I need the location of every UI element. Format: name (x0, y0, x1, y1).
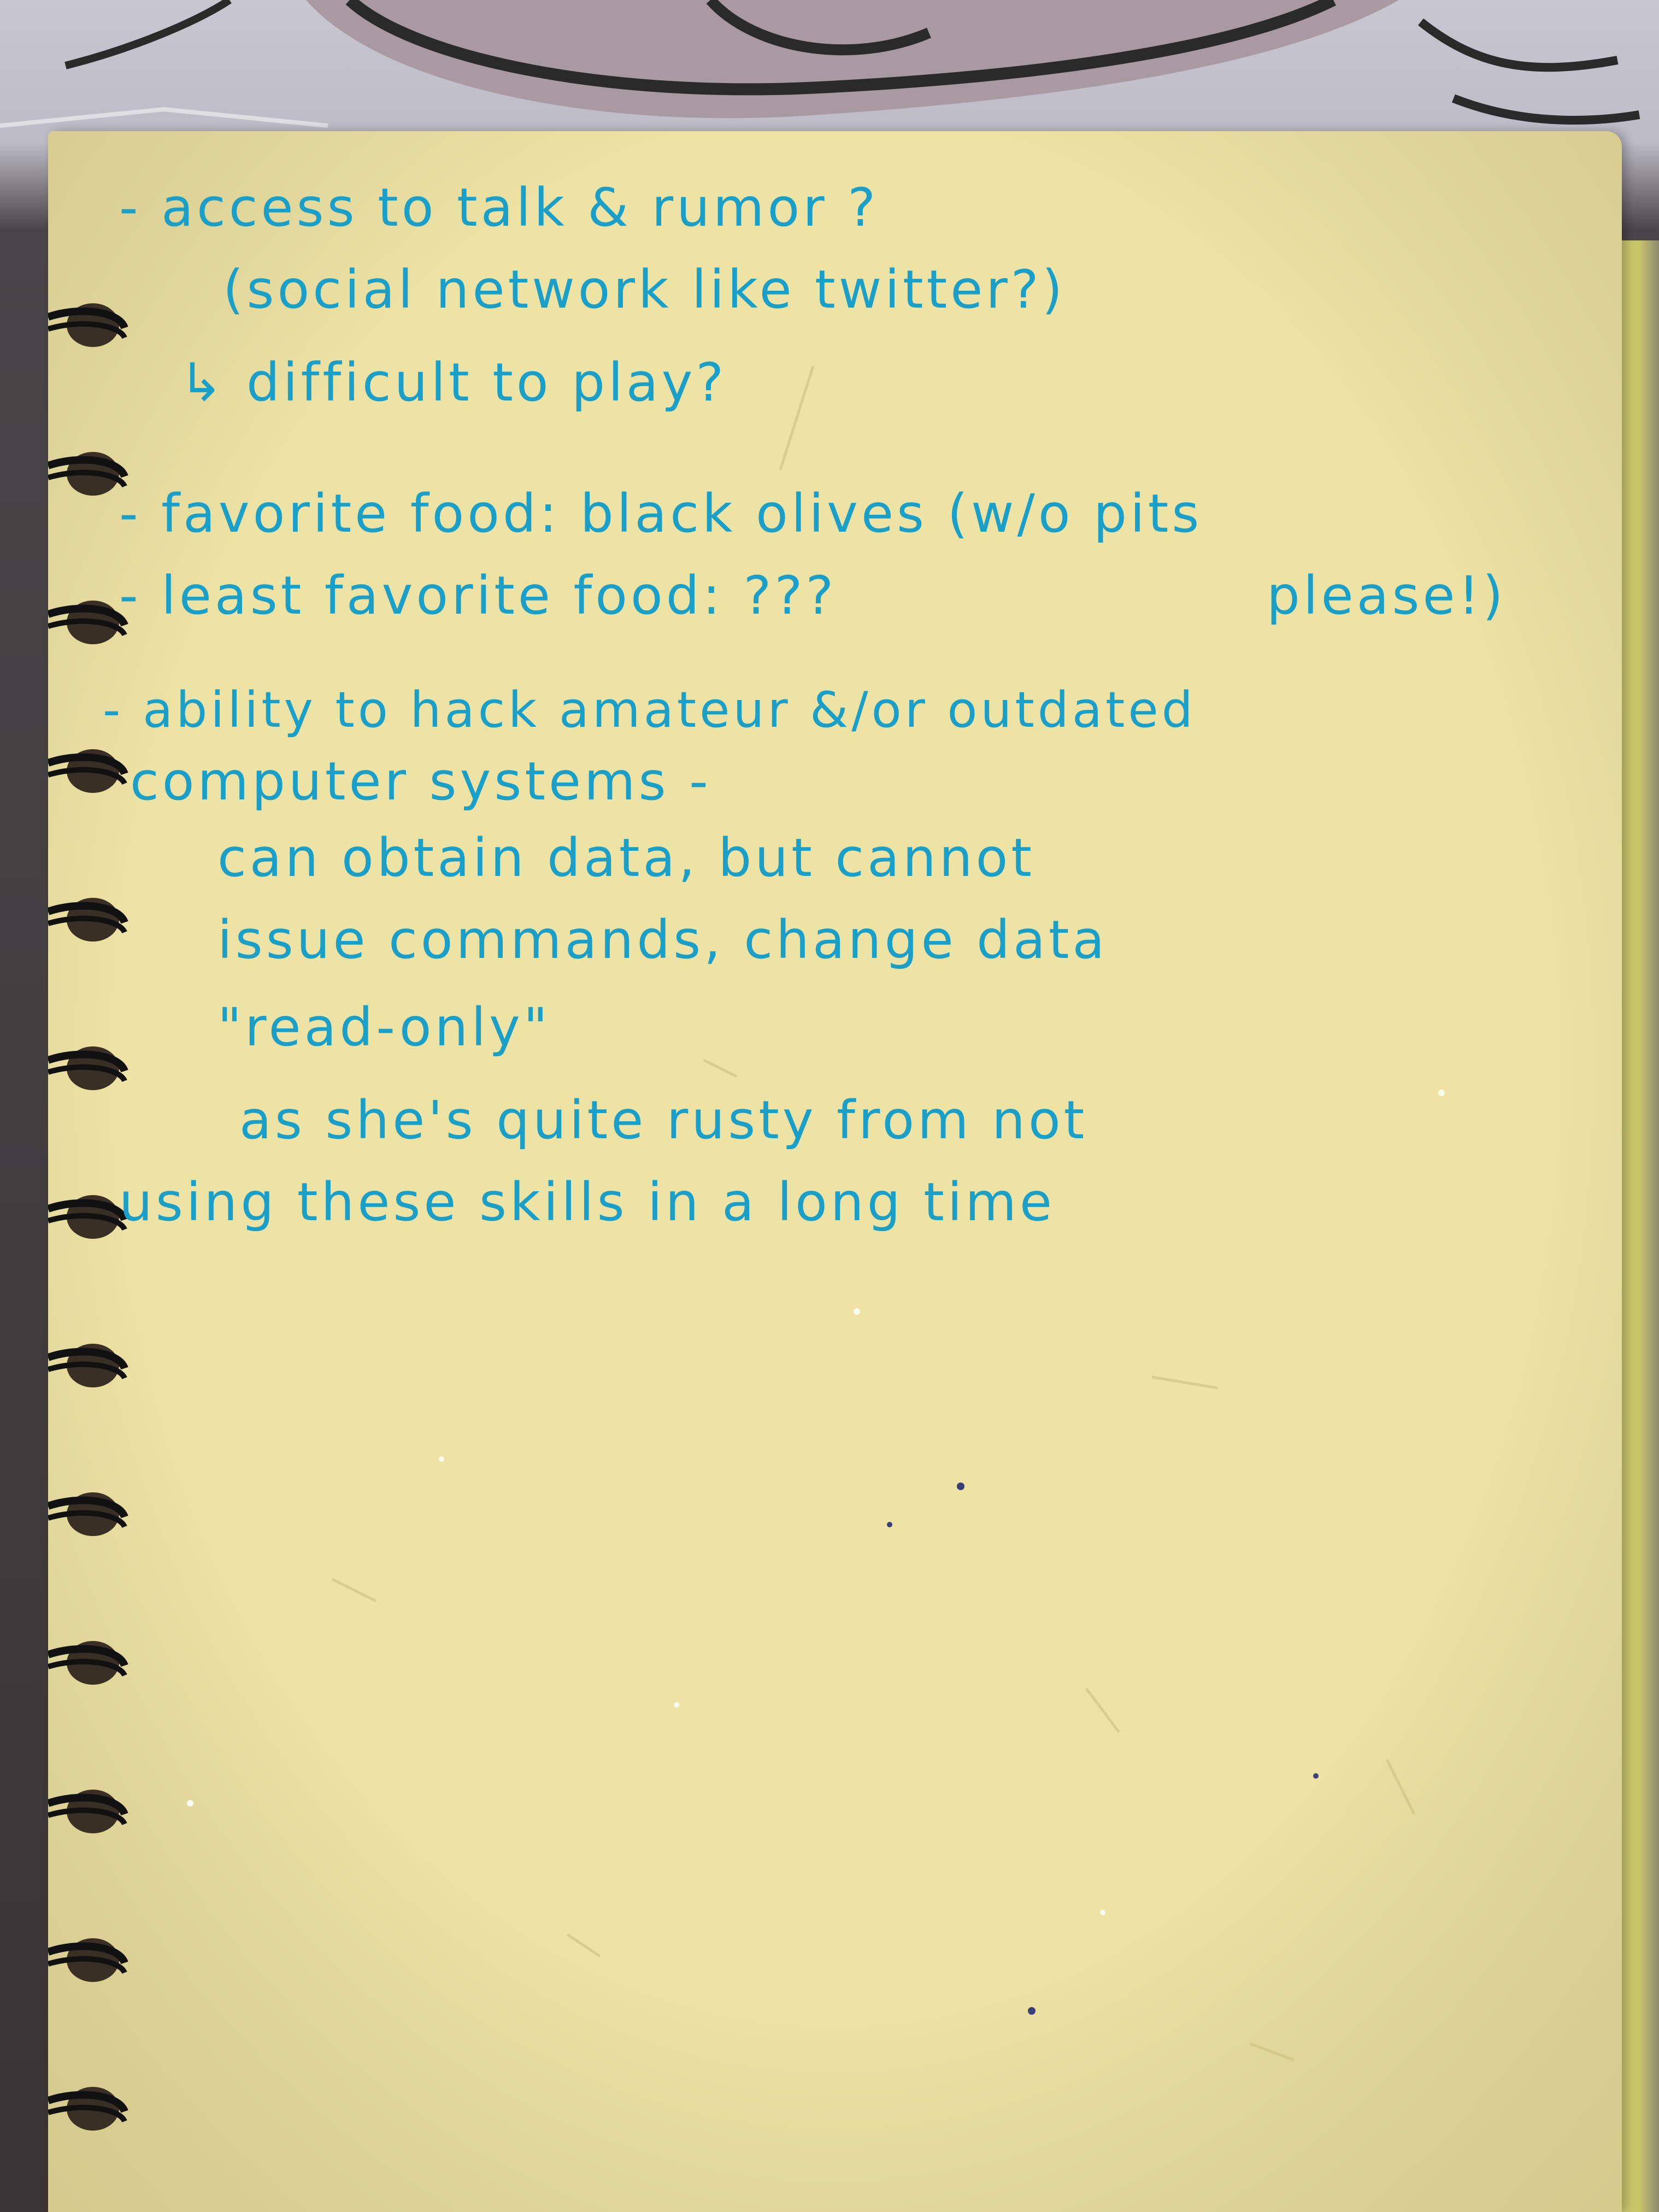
note-line-9: can obtain data, but cannot (217, 827, 1036, 889)
note-line-6: please!) (1267, 565, 1507, 626)
note-line-3: ↳ difficult to play? (179, 352, 727, 413)
note-line-8: computer systems - (130, 751, 711, 812)
note-line-10: issue commands, change data (217, 909, 1108, 970)
notebook-page: - access to talk & rumor ? (social netwo… (48, 131, 1622, 2212)
spiral-binding (48, 303, 128, 2131)
note-line-13: using these skills in a long time (119, 1172, 1056, 1233)
note-line-12: as she's quite rusty from not (239, 1090, 1088, 1151)
note-line-5: - least favorite food: ??? (119, 565, 837, 626)
note-line-11: "read-only" (217, 997, 551, 1058)
note-line-7: - ability to hack amateur &/or outdated (103, 681, 1196, 739)
note-line-4: - favorite food: black olives (w/o pits (119, 483, 1203, 544)
note-line-1: - access to talk & rumor ? (119, 177, 879, 238)
note-line-2: (social network like twitter?) (223, 259, 1066, 320)
